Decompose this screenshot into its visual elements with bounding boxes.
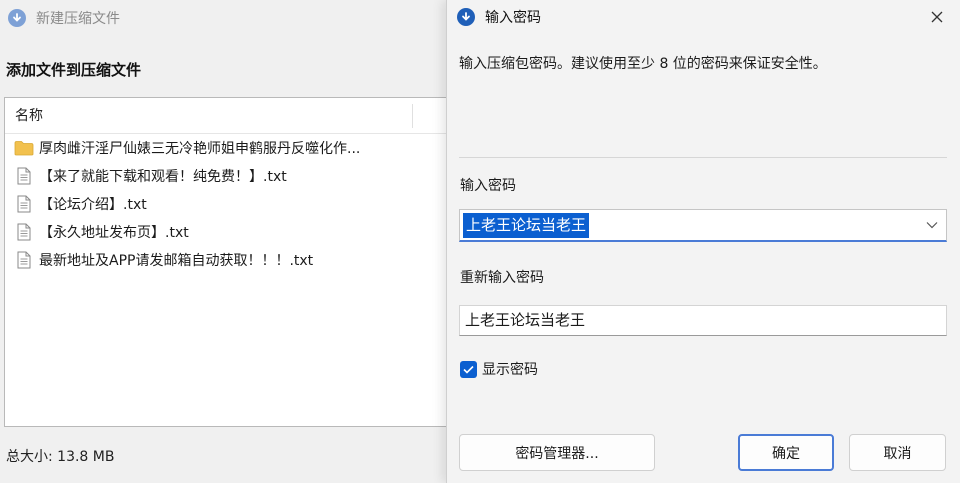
show-password-toggle[interactable]: 显示密码 <box>460 359 538 379</box>
cancel-button[interactable]: 取消 <box>849 434 946 471</box>
file-name: 【论坛介绍】.txt <box>39 197 147 213</box>
text-file-icon <box>13 166 35 186</box>
ok-button[interactable]: 确定 <box>738 434 834 471</box>
password-label: 输入密码 <box>460 178 516 194</box>
file-list-item[interactable]: 【永久地址发布页】.txt <box>5 218 457 246</box>
text-file-icon <box>13 250 35 270</box>
background-window: 新建压缩文件 添加文件到压缩文件 名称 厚肉雌汗淫尸仙婊三无冷艳师姐申鹤服丹反噬… <box>0 0 460 483</box>
divider <box>459 157 947 158</box>
name-column-label: 名称 <box>15 108 43 124</box>
close-button[interactable] <box>914 0 960 34</box>
file-list[interactable]: 名称 厚肉雌汗淫尸仙婊三无冷艳师姐申鹤服丹反噬化作... 【来了就能下载和观看！纯… <box>4 97 458 427</box>
confirm-password-field[interactable]: 上老王论坛当老王 <box>459 305 947 336</box>
file-name: 厚肉雌汗淫尸仙婊三无冷艳师姐申鹤服丹反噬化作... <box>39 141 361 157</box>
password-history-dropdown[interactable] <box>922 215 942 235</box>
folder-icon <box>13 138 35 158</box>
background-window-title: 新建压缩文件 <box>36 11 120 27</box>
name-column-header[interactable]: 名称 <box>5 98 457 134</box>
file-list-item[interactable]: 厚肉雌汗淫尸仙婊三无冷艳师姐申鹤服丹反噬化作... <box>5 134 457 162</box>
file-name: 【永久地址发布页】.txt <box>39 225 189 241</box>
file-list-item[interactable]: 【论坛介绍】.txt <box>5 190 457 218</box>
chevron-down-icon <box>926 222 938 229</box>
column-divider[interactable] <box>412 104 413 128</box>
password-manager-button[interactable]: 密码管理器... <box>459 434 655 471</box>
file-name: 【来了就能下载和观看！纯免费！】.txt <box>39 169 287 185</box>
checkmark-icon <box>463 365 474 374</box>
show-password-checkbox[interactable] <box>460 360 477 378</box>
confirm-password-label: 重新输入密码 <box>460 270 544 286</box>
show-password-label: 显示密码 <box>482 362 538 378</box>
file-list-item[interactable]: 【来了就能下载和观看！纯免费！】.txt <box>5 162 457 190</box>
file-list-item[interactable]: 最新地址及APP请发邮箱自动获取！！！.txt <box>5 246 457 274</box>
dialog-title-bar: 输入密码 <box>447 0 960 34</box>
password-input-value[interactable]: 上老王论坛当老王 <box>463 212 590 238</box>
text-file-icon <box>13 194 35 214</box>
password-dialog: 输入密码 输入压缩包密码。建议使用至少 8 位的密码来保证安全性。 输入密码 上… <box>446 0 960 483</box>
add-files-heading: 添加文件到压缩文件 <box>6 61 142 79</box>
background-title-bar: 新建压缩文件 <box>0 0 460 36</box>
password-combobox[interactable]: 上老王论坛当老王 <box>459 209 947 242</box>
text-file-icon <box>13 222 35 242</box>
dialog-title: 输入密码 <box>485 10 541 26</box>
total-size-label: 总大小: 13.8 MB <box>6 449 115 465</box>
dialog-description: 输入压缩包密码。建议使用至少 8 位的密码来保证安全性。 <box>459 56 827 72</box>
close-icon <box>931 11 943 23</box>
app-logo-icon <box>8 9 26 27</box>
app-logo-icon <box>457 8 475 26</box>
file-name: 最新地址及APP请发邮箱自动获取！！！.txt <box>39 253 314 269</box>
